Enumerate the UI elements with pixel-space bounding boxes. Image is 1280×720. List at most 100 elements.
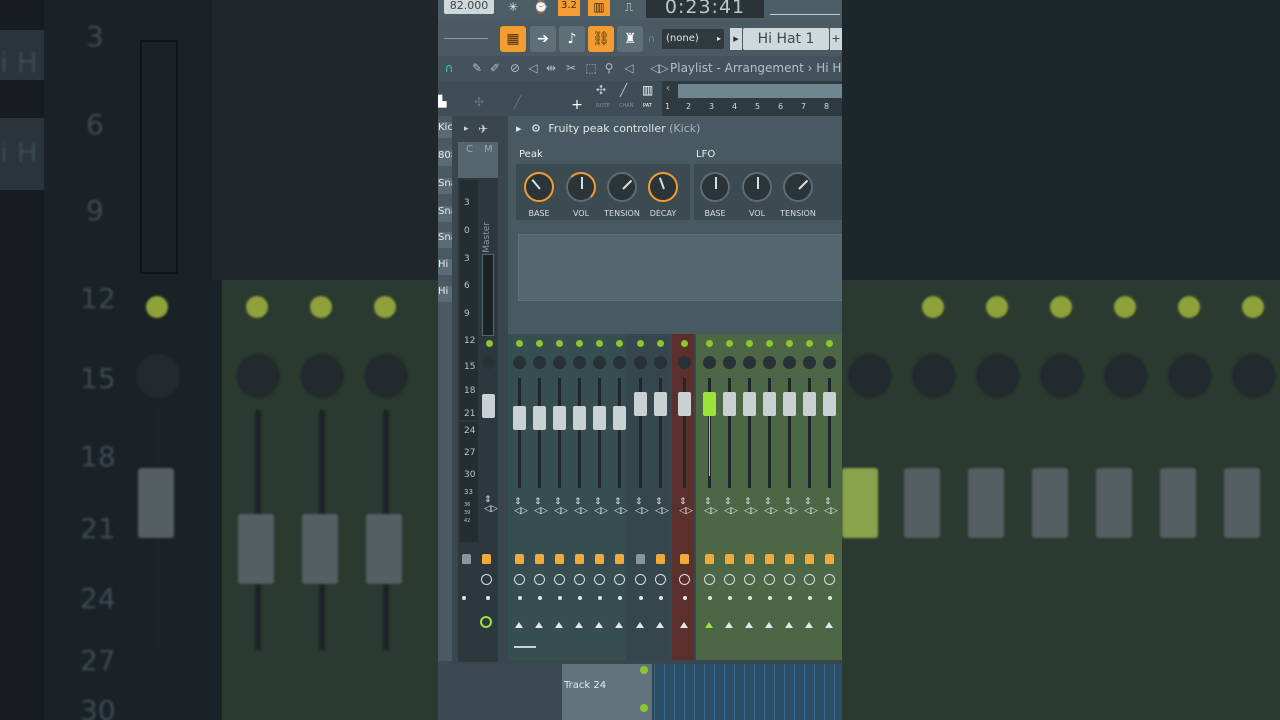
insert-lock-icon[interactable]	[825, 554, 834, 564]
ruler-scroll-bar[interactable]	[678, 84, 842, 98]
mixer-insert-strip[interactable]: ⇕ ◁▷	[530, 334, 549, 660]
insert-route-arrows[interactable]: ⇕ ◁▷	[724, 498, 738, 516]
insert-route-arrows[interactable]: ⇕ ◁▷	[744, 498, 758, 516]
insert-fader-track[interactable]	[558, 378, 561, 488]
insert-pan-knob[interactable]	[743, 356, 756, 369]
insert-clock-icon[interactable]	[655, 574, 666, 585]
insert-led[interactable]	[766, 340, 773, 347]
insert-pan-knob[interactable]	[613, 356, 626, 369]
lfo-base-knob[interactable]	[700, 172, 730, 202]
insert-route-arrows[interactable]: ⇕ ◁▷	[824, 498, 838, 516]
master-lock-icon[interactable]	[482, 554, 491, 564]
insert-clock-icon[interactable]	[635, 574, 646, 585]
insert-fader-track[interactable]	[578, 378, 581, 488]
insert-led[interactable]	[657, 340, 664, 347]
insert-arrow-icon[interactable]	[575, 622, 583, 628]
master-dot[interactable]	[486, 596, 490, 600]
insert-pan-knob[interactable]	[703, 356, 716, 369]
insert-dot[interactable]	[659, 596, 663, 600]
insert-pan-knob[interactable]	[513, 356, 526, 369]
insert-pan-knob[interactable]	[678, 356, 691, 369]
insert-fader[interactable]	[553, 406, 566, 430]
insert-route-arrows[interactable]: ⇕ ◁▷	[804, 498, 818, 516]
insert-led[interactable]	[536, 340, 543, 347]
insert-arrow-icon[interactable]	[745, 622, 753, 628]
insert-led[interactable]	[637, 340, 644, 347]
record-mode-icon[interactable]: ⌚	[530, 0, 552, 16]
lfo-vol-knob[interactable]	[742, 172, 772, 202]
insert-lock-icon[interactable]	[535, 554, 544, 564]
peak-base-knob[interactable]	[524, 172, 554, 202]
brush-icon[interactable]: ✐	[488, 61, 502, 75]
insert-lock-icon[interactable]	[765, 554, 774, 564]
timeline-ruler[interactable]: ‹ 1 2 3 4 5 6 7 8	[662, 81, 842, 116]
master-strip[interactable]: C M 3 0 3 6 9 12 15 18 21 24 27 30 33 36…	[458, 142, 498, 662]
peak-tension-knob[interactable]	[607, 172, 637, 202]
insert-led[interactable]	[826, 340, 833, 347]
insert-led[interactable]	[786, 340, 793, 347]
peak-vol-knob[interactable]	[566, 172, 596, 202]
insert-pan-knob[interactable]	[573, 356, 586, 369]
insert-fader[interactable]	[743, 392, 756, 416]
insert-dot[interactable]	[788, 596, 792, 600]
insert-fader[interactable]	[573, 406, 586, 430]
peak-decay-knob[interactable]	[648, 172, 678, 202]
insert-route-arrows[interactable]: ⇕ ◁▷	[784, 498, 798, 516]
mixer-insert-strip[interactable]: ⇕ ◁▷	[700, 334, 719, 660]
insert-arrow-icon[interactable]	[535, 622, 543, 628]
metronome-icon[interactable]: ✳	[502, 0, 524, 16]
add-pattern-button[interactable]: +	[830, 28, 842, 50]
playback-icon[interactable]: ◁	[622, 61, 636, 75]
mixer-insert-strip[interactable]: ⇕ ◁▷	[610, 334, 629, 660]
insert-pan-knob[interactable]	[823, 356, 836, 369]
insert-fader-track[interactable]	[598, 378, 601, 488]
insert-dot[interactable]	[558, 596, 562, 600]
insert-fader[interactable]	[513, 406, 526, 430]
insert-pan-knob[interactable]	[763, 356, 776, 369]
pat-mode-icon[interactable]: ▥	[642, 83, 653, 97]
insert-lock-icon[interactable]	[575, 554, 584, 564]
channel-name[interactable]: 808	[438, 150, 452, 166]
insert-clock-icon[interactable]	[764, 574, 775, 585]
lfo-tension-knob[interactable]	[783, 172, 813, 202]
insert-route-arrows[interactable]: ⇕ ◁▷	[514, 498, 528, 516]
master-lock-icon[interactable]	[462, 554, 471, 564]
pattern-name[interactable]: Hi Hat 1	[743, 28, 829, 50]
mixer-insert-strip[interactable]: ⇕ ◁▷	[590, 334, 609, 660]
insert-lock-icon[interactable]	[745, 554, 754, 564]
mixer-insert-strip[interactable]: ⇕ ◁▷	[780, 334, 799, 660]
mixer-insert-strip[interactable]: ⇕ ◁▷	[760, 334, 779, 660]
insert-arrow-icon[interactable]	[725, 622, 733, 628]
insert-route-arrows[interactable]: ⇕ ◁▷	[614, 498, 628, 516]
insert-clock-icon[interactable]	[554, 574, 565, 585]
chan-mode-icon[interactable]: ╱	[620, 83, 627, 97]
insert-route-arrows[interactable]: ⇕ ◁▷	[554, 498, 568, 516]
insert-lock-icon[interactable]	[785, 554, 794, 564]
insert-led[interactable]	[576, 340, 583, 347]
insert-fader[interactable]	[634, 392, 647, 416]
envelope-display[interactable]	[518, 234, 842, 301]
insert-arrow-icon[interactable]	[680, 622, 688, 628]
master-route-arrows[interactable]: ⇕ ◁▷	[484, 496, 498, 514]
insert-fader[interactable]	[593, 406, 606, 430]
insert-dot[interactable]	[728, 596, 732, 600]
insert-led[interactable]	[746, 340, 753, 347]
insert-fader-track[interactable]	[518, 378, 521, 488]
insert-pan-knob[interactable]	[723, 356, 736, 369]
insert-fader[interactable]	[803, 392, 816, 416]
piano-typing-icon[interactable]: ▥	[588, 0, 610, 16]
arrows-icon[interactable]: ◁▷	[650, 61, 668, 75]
insert-dot[interactable]	[748, 596, 752, 600]
insert-route-arrows[interactable]: ⇕ ◁▷	[635, 498, 649, 516]
mixer-insert-strip[interactable]: ⇕ ◁▷	[651, 334, 670, 660]
channel-name[interactable]: Snar	[438, 232, 452, 248]
insert-route-arrows[interactable]: ⇕ ◁▷	[594, 498, 608, 516]
channel-name[interactable]: Kick	[438, 122, 452, 138]
mixer-insert-strip[interactable]: ⇕ ◁▷	[631, 334, 650, 660]
mixer-insert-strip[interactable]: ⇕ ◁▷	[510, 334, 529, 660]
step-display[interactable]: 3.2	[558, 0, 580, 16]
insert-dot[interactable]	[598, 596, 602, 600]
select-icon[interactable]: ⬚	[584, 61, 598, 75]
insert-led[interactable]	[556, 340, 563, 347]
channel-name[interactable]: Snar	[438, 178, 452, 194]
